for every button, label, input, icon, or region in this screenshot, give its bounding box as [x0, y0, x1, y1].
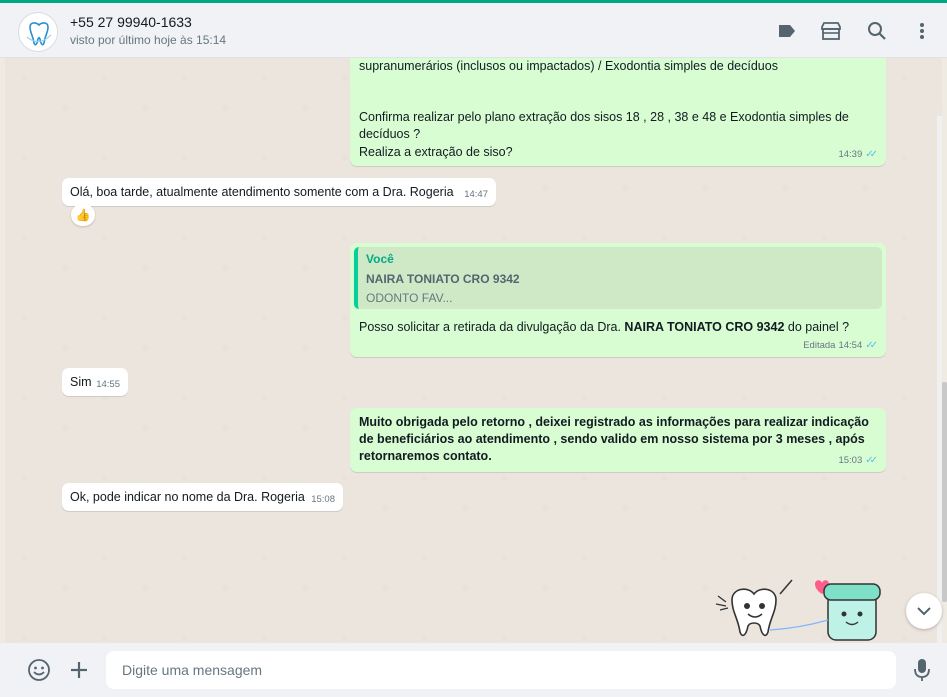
message-time: 15:08	[311, 494, 335, 505]
quoted-message[interactable]: Você NAIRA TONIATO CRO 9342 ODONTO FAV..…	[354, 247, 882, 309]
message-meta: 15:08	[311, 491, 335, 508]
message-meta: 14:39 ✓✓	[838, 146, 878, 163]
read-ticks-icon: ✓✓	[865, 340, 878, 351]
message-outgoing[interactable]: supranumerários (inclusos ou impactados)…	[350, 58, 886, 166]
contact-name[interactable]: +55 27 99940-1633	[70, 14, 192, 30]
message-incoming[interactable]: Sim 14:55	[62, 368, 128, 396]
message-text: Ok, pode indicar no nome da Dra. Rogeria	[70, 490, 305, 504]
contact-last-seen: visto por último hoje às 15:14	[70, 33, 227, 47]
message-time: 14:54	[838, 340, 863, 351]
reaction-thumbs-up[interactable]: 👍	[71, 204, 95, 226]
message-text: supranumerários (inclusos ou impactados)…	[359, 59, 778, 73]
compose-bar	[0, 643, 947, 697]
message-incoming[interactable]: Olá, boa tarde, atualmente atendimento s…	[62, 178, 496, 206]
tooth-logo-icon	[20, 14, 57, 51]
quote-snippet: ODONTO FAV...	[366, 291, 453, 305]
message-text-part: Posso solicitar a retirada da divulgação…	[359, 320, 625, 334]
menu-icon[interactable]	[911, 20, 933, 42]
message-list[interactable]: supranumerários (inclusos ou impactados)…	[5, 58, 942, 643]
chat-header: +55 27 99940-1633 visto por último hoje …	[0, 3, 947, 58]
microphone-icon[interactable]	[909, 657, 935, 683]
message-time: 14:47	[464, 189, 488, 200]
scroll-to-bottom-button[interactable]	[906, 593, 942, 629]
emoji-icon[interactable]	[26, 657, 52, 683]
message-meta: 14:47	[464, 186, 488, 203]
contact-avatar[interactable]	[18, 12, 58, 52]
read-ticks-icon: ✓✓	[865, 455, 878, 466]
message-time: 14:55	[96, 379, 120, 390]
message-incoming[interactable]: Ok, pode indicar no nome da Dra. Rogeria…	[62, 483, 343, 511]
message-text: Realiza a extração de siso?	[359, 145, 513, 159]
message-time: 14:39	[838, 149, 863, 160]
message-outgoing[interactable]: Muito obrigada pelo retorno , deixei reg…	[350, 408, 886, 472]
message-time: 15:03	[838, 455, 863, 466]
message-meta: 15:03 ✓✓	[838, 452, 878, 469]
read-ticks-icon: ✓✓	[865, 149, 878, 160]
message-meta: Editada 14:54 ✓✓	[803, 337, 878, 354]
message-text: Sim	[70, 375, 92, 389]
message-outgoing-reply[interactable]: Você NAIRA TONIATO CRO 9342 ODONTO FAV..…	[350, 243, 886, 357]
message-text: Olá, boa tarde, atualmente atendimento s…	[70, 185, 454, 199]
store-icon[interactable]	[820, 20, 842, 42]
message-text-part: do painel ?	[784, 320, 850, 334]
label-icon[interactable]	[776, 20, 798, 42]
chat-scrollbar-thumb[interactable]	[942, 382, 947, 602]
message-text: Muito obrigada pelo retorno , deixei reg…	[359, 415, 869, 463]
message-text-bold: NAIRA TONIATO CRO 9342	[624, 320, 785, 334]
message-input[interactable]	[106, 651, 896, 689]
quote-author: Você	[366, 252, 394, 266]
message-meta: 14:55	[96, 376, 120, 393]
plus-icon[interactable]	[66, 657, 92, 683]
edited-label: Editada	[803, 340, 836, 351]
quote-title: NAIRA TONIATO CRO 9342	[366, 272, 520, 286]
message-text: Confirma realizar pelo plano extração do…	[359, 110, 849, 141]
message-text: Posso solicitar a retirada da divulgação…	[359, 319, 849, 336]
search-icon[interactable]	[866, 20, 888, 42]
tooth-floss-sticker[interactable]	[710, 570, 890, 643]
chevron-down-icon	[917, 607, 931, 616]
